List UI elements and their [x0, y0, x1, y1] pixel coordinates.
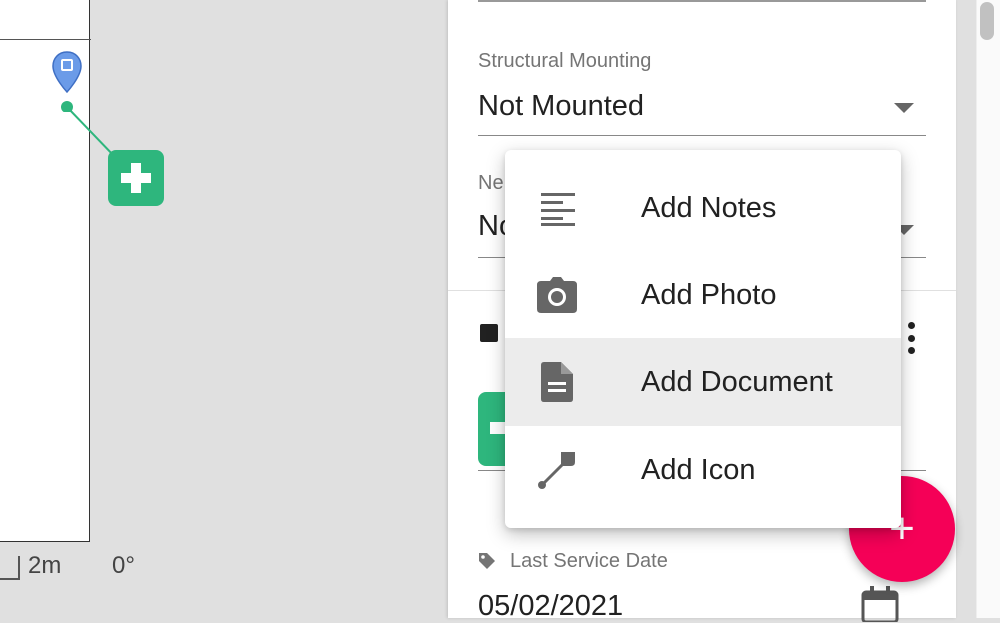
map-canvas[interactable]: 2m 0° — [0, 0, 448, 618]
location-pin-icon[interactable] — [50, 50, 84, 112]
add-menu: Add Notes Add Photo Add Document Add Ico… — [505, 150, 901, 528]
last-service-date-field[interactable]: 05/02/2021 — [478, 590, 623, 623]
scale-bar-icon — [0, 556, 20, 580]
more-options-icon[interactable] — [906, 322, 916, 354]
menu-item-add-photo[interactable]: Add Photo — [505, 251, 901, 339]
structural-mounting-select[interactable]: Not Mounted — [478, 90, 644, 123]
rotation-label: 0° — [112, 552, 135, 579]
notes-icon — [535, 186, 579, 230]
color-swatch — [480, 324, 498, 342]
menu-item-label: Add Icon — [641, 453, 756, 486]
scale-label: 2m — [28, 552, 62, 579]
camera-icon — [535, 273, 579, 317]
last-service-date-label: Last Service Date — [510, 550, 668, 572]
pin-line-icon — [535, 448, 579, 492]
menu-item-label: Add Document — [641, 365, 833, 398]
scrollbar-track[interactable] — [976, 0, 1000, 618]
scrollbar-thumb[interactable] — [980, 2, 994, 40]
field-underline — [478, 0, 926, 2]
menu-item-add-icon[interactable]: Add Icon — [505, 426, 901, 514]
structural-mounting-label: Structural Mounting — [478, 50, 652, 72]
field-underline — [478, 135, 926, 136]
chevron-down-icon[interactable] — [894, 103, 914, 113]
calendar-icon[interactable] — [860, 586, 900, 622]
second-field-label: Ne — [478, 172, 504, 194]
menu-item-label: Add Notes — [641, 191, 777, 224]
add-marker-icon[interactable] — [108, 150, 164, 206]
menu-item-label: Add Photo — [641, 278, 777, 311]
menu-item-add-document[interactable]: Add Document — [505, 338, 901, 426]
menu-item-add-notes[interactable]: Add Notes — [505, 164, 901, 252]
tag-icon — [479, 553, 495, 569]
document-icon — [535, 360, 579, 404]
